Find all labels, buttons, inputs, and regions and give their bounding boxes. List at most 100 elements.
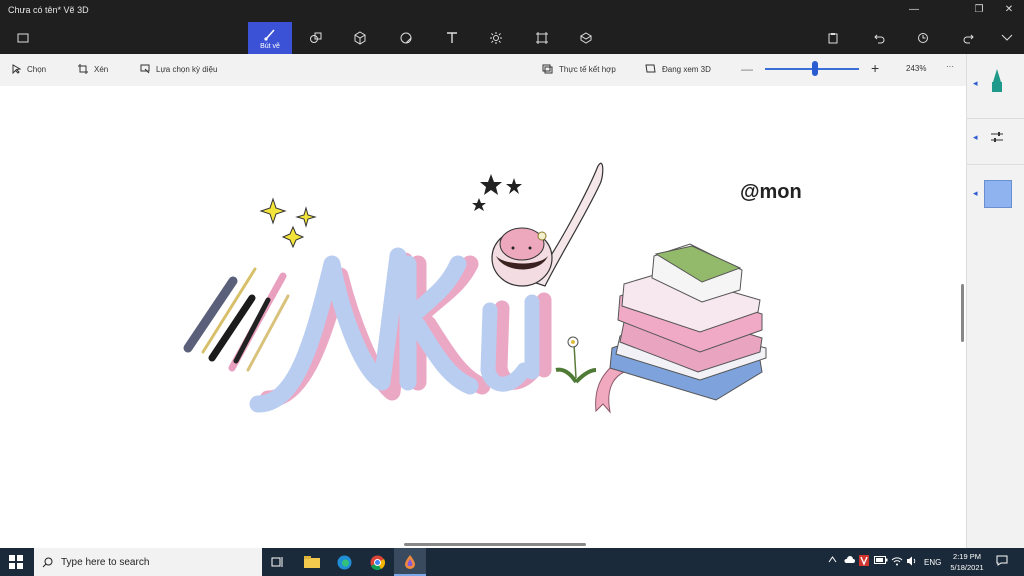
- edge-button[interactable]: [328, 548, 360, 576]
- crop-label: Xén: [94, 64, 109, 74]
- books-drawing: [609, 243, 767, 401]
- edge-icon: [337, 555, 351, 569]
- chevron-up-icon: [828, 556, 837, 563]
- library-3d-icon: [580, 32, 592, 44]
- zoom-level: 243%: [906, 64, 927, 73]
- cloud-icon: [844, 556, 855, 563]
- paint-3d-icon: [405, 554, 415, 569]
- wifi-icon: [891, 557, 903, 566]
- start-button[interactable]: [0, 548, 32, 576]
- undo-icon: [874, 34, 885, 44]
- battery-tray[interactable]: [874, 556, 888, 566]
- sub-toolbar: Chọn Xén Lựa chọn kỳ diệu Thực tế kết hợ…: [0, 54, 966, 87]
- cursor-icon: [12, 64, 21, 74]
- notification-icon: [996, 555, 1008, 566]
- chrome-button[interactable]: [361, 548, 393, 576]
- flower-drawing: [555, 336, 597, 384]
- history-button[interactable]: [908, 22, 938, 54]
- tab-brushes[interactable]: Bút vẽ: [248, 22, 292, 54]
- more-options-button[interactable]: ···: [946, 62, 954, 71]
- crop-button[interactable]: Xén: [78, 64, 108, 74]
- vertical-scrollbar[interactable]: [961, 284, 964, 342]
- mixed-reality-label: Thực tế kết hợp: [559, 64, 616, 74]
- show-hidden-icons[interactable]: [828, 556, 837, 565]
- tab-3d-shapes[interactable]: [338, 22, 382, 54]
- taskbar-search[interactable]: Type here to search: [34, 548, 262, 576]
- tab-2d-shapes[interactable]: [294, 22, 338, 54]
- spoon-drawing: [472, 162, 604, 287]
- file-explorer-button[interactable]: [296, 548, 328, 576]
- zoom-in-button[interactable]: +: [871, 60, 879, 76]
- taskbar: Type here to search ENG 2:19 PM 5/18/202…: [0, 548, 1024, 576]
- tab-canvas[interactable]: [520, 22, 564, 54]
- text-icon: [447, 32, 457, 43]
- select-button[interactable]: Chọn: [12, 64, 46, 74]
- tab-3d-library[interactable]: [564, 22, 608, 54]
- volume-icon: [907, 556, 916, 566]
- clock-date: 5/18/2021: [950, 563, 984, 572]
- tab-brushes-label: Bút vẽ: [260, 42, 280, 50]
- zoom-out-button[interactable]: —: [741, 62, 753, 76]
- magic-select-icon: [140, 64, 150, 74]
- brush-icon: [264, 29, 275, 41]
- tab-effects[interactable]: [474, 22, 518, 54]
- adjust-icon[interactable]: [990, 130, 1004, 144]
- sticker-icon: [400, 32, 412, 44]
- paste-icon: [828, 33, 838, 44]
- task-view-icon: [271, 557, 283, 567]
- minimize-button[interactable]: —: [905, 4, 923, 15]
- magic-select-button[interactable]: Lựa chọn kỳ diệu: [140, 64, 217, 74]
- undo-button[interactable]: [864, 22, 894, 54]
- effects-icon: [490, 32, 502, 44]
- cube-icon: [354, 31, 366, 45]
- view-3d-icon: [645, 64, 656, 73]
- zoom-slider-thumb[interactable]: [812, 61, 818, 76]
- canvas[interactable]: @mon: [0, 86, 966, 548]
- view-3d-label: Đang xem 3D: [662, 64, 711, 74]
- close-button[interactable]: ✕: [1000, 4, 1018, 15]
- selected-color-swatch[interactable]: [984, 180, 1012, 208]
- select-label: Chọn: [27, 64, 47, 74]
- windows-icon: [9, 555, 23, 569]
- clock[interactable]: 2:19 PM 5/18/2021: [949, 551, 985, 573]
- mixed-reality-button[interactable]: Thực tế kết hợp: [542, 64, 616, 74]
- history-icon: [918, 33, 928, 43]
- v-app-icon: [859, 555, 869, 566]
- expand-button[interactable]: [992, 22, 1022, 54]
- maximize-button[interactable]: ❐: [970, 4, 988, 15]
- paint-3d-button[interactable]: [394, 548, 426, 576]
- window-title: Chưa có tên* Vẽ 3D: [8, 5, 89, 15]
- artwork: @mon: [183, 162, 802, 414]
- signature-text: @mon: [740, 181, 802, 203]
- horizontal-scrollbar[interactable]: [404, 543, 586, 546]
- paste-button[interactable]: [818, 22, 848, 54]
- language-indicator[interactable]: ENG: [924, 558, 941, 567]
- pens-drawing: [183, 267, 290, 372]
- sparkle-icon: [259, 197, 317, 249]
- side-panel: ◂ ◂ ◂: [966, 54, 1024, 548]
- onedrive-tray[interactable]: [843, 556, 855, 566]
- notifications-button[interactable]: [996, 555, 1008, 568]
- folder-icon: [17, 33, 29, 43]
- collapse-icon[interactable]: ◂: [973, 132, 978, 143]
- marker-icon[interactable]: [989, 68, 1005, 94]
- menu-button[interactable]: [8, 22, 38, 54]
- folder-icon: [304, 556, 320, 568]
- chevron-down-icon: [1001, 34, 1013, 41]
- task-view-button[interactable]: [262, 548, 294, 576]
- tab-text[interactable]: [430, 22, 474, 54]
- app-tray-icon[interactable]: [859, 555, 869, 568]
- clock-time: 2:19 PM: [953, 552, 981, 561]
- crop-icon: [78, 64, 88, 74]
- view-3d-button[interactable]: Đang xem 3D: [645, 64, 711, 74]
- title-bar: Chưa có tên* Vẽ 3D — ❐ ✕ Bút vẽ: [0, 0, 1024, 54]
- mixed-reality-icon: [542, 64, 553, 74]
- collapse-icon[interactable]: ◂: [973, 188, 978, 199]
- volume-tray[interactable]: [906, 556, 918, 568]
- collapse-icon[interactable]: ◂: [973, 78, 978, 89]
- wifi-tray[interactable]: [891, 556, 903, 568]
- magic-select-label: Lựa chọn kỳ diệu: [156, 64, 218, 74]
- tab-stickers[interactable]: [384, 22, 428, 54]
- shapes-2d-icon: [310, 32, 322, 43]
- redo-button[interactable]: [954, 22, 984, 54]
